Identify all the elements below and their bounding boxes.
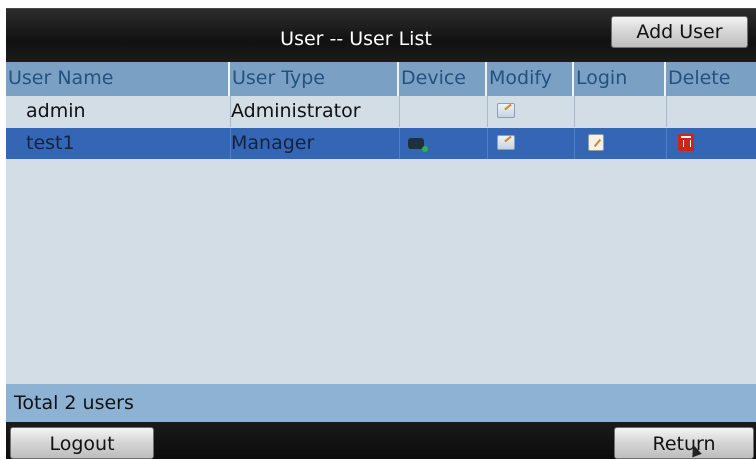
user-type-cell: Administrator [231, 100, 361, 122]
add-user-button[interactable]: Add User [611, 16, 748, 48]
column-divider [574, 96, 575, 127]
column-divider [487, 96, 488, 127]
table-header: User Name User Type Device Modify Login … [6, 62, 756, 96]
edit-icon[interactable] [497, 135, 515, 150]
column-header-user-type[interactable]: User Type [230, 62, 399, 96]
user-type-cell: Manager [231, 132, 315, 154]
table-row[interactable]: test1 Manager [6, 128, 756, 159]
login-permission-icon[interactable] [588, 134, 604, 151]
delete-icon[interactable] [678, 134, 694, 151]
column-divider [399, 128, 400, 159]
user-name-cell: admin [26, 100, 86, 122]
table-row[interactable]: admin Administrator [6, 96, 756, 127]
column-divider [666, 96, 667, 127]
device-icon[interactable] [408, 138, 428, 152]
total-users-text: Total 2 users [14, 392, 134, 414]
status-bar: Total 2 users [6, 384, 756, 422]
logout-button[interactable]: Logout [10, 427, 154, 459]
page-title: User -- User List [280, 28, 432, 50]
column-header-delete[interactable]: Delete [666, 62, 756, 96]
column-header-login[interactable]: Login [574, 62, 666, 96]
user-list-window: User -- User List Add User User Name Use… [0, 0, 756, 459]
column-header-modify[interactable]: Modify [487, 62, 574, 96]
column-divider [230, 96, 231, 127]
column-divider [574, 128, 575, 159]
column-divider [399, 96, 400, 127]
user-name-cell: test1 [26, 132, 75, 154]
column-header-user-name[interactable]: User Name [6, 62, 230, 96]
column-divider [666, 128, 667, 159]
column-divider [230, 128, 231, 159]
column-header-device[interactable]: Device [399, 62, 487, 96]
edit-icon[interactable] [497, 103, 515, 118]
column-divider [487, 128, 488, 159]
return-button[interactable]: Return [614, 427, 754, 459]
user-table: User Name User Type Device Modify Login … [6, 62, 756, 422]
